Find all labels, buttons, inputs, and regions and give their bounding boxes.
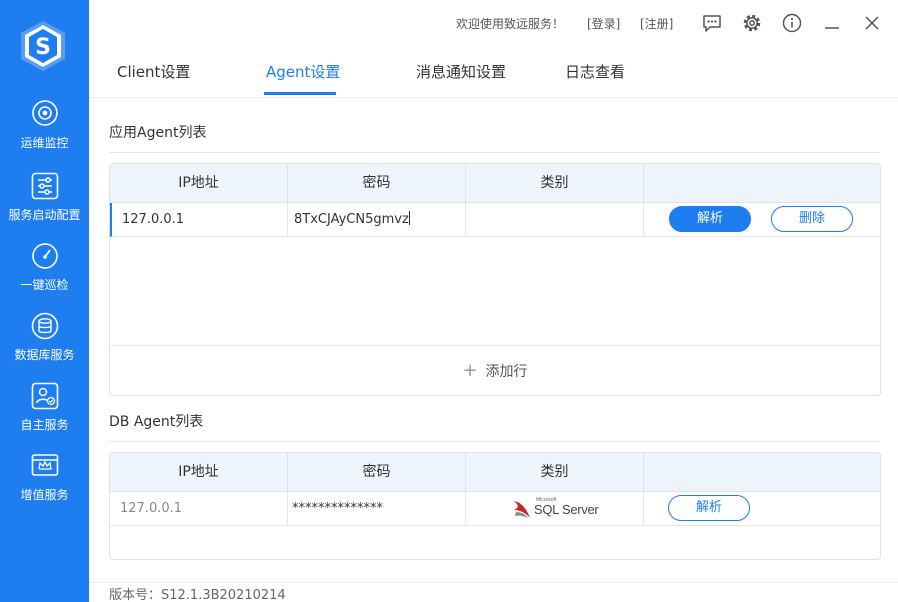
sidebar-item-database[interactable]: 数据库服务 <box>0 312 89 374</box>
sidebar-item-service-config[interactable]: 服务启动配置 <box>0 172 89 234</box>
type-cell: Microsoft SQL Server <box>466 492 644 526</box>
gauge-icon <box>31 243 58 269</box>
close-icon[interactable] <box>861 12 883 34</box>
divider <box>109 152 880 153</box>
ip-cell: 127.0.0.1 <box>110 492 288 526</box>
table-row: 127.0.0.1 ************** Microsoft SQL S… <box>110 492 880 526</box>
type-cell[interactable] <box>466 203 644 237</box>
db-agent-section-title: DB Agent列表 <box>109 414 204 430</box>
settings-tabs: Client设置 Agent设置 消息通知设置 日志查看 <box>89 46 898 98</box>
table-header: IP地址 密码 类别 <box>110 164 880 203</box>
password-cell: ************** <box>288 492 466 526</box>
login-link[interactable]: [登录] <box>587 15 620 32</box>
column-header-password: 密码 <box>288 453 466 492</box>
sidebar-item-value-added[interactable]: 增值服务 <box>0 452 89 514</box>
sidebar-item-label: 增值服务 <box>20 488 69 502</box>
password-value: 8TxCJAyCN5gmvz <box>294 212 409 227</box>
parse-button[interactable]: 解析 <box>668 495 750 521</box>
title-bar: 欢迎使用致远服务！ [登录] [注册] <box>89 0 898 46</box>
tab-notification-settings[interactable]: 消息通知设置 <box>416 61 506 82</box>
sidebar-item-self-service[interactable]: 自主服务 <box>0 382 89 444</box>
tab-client-settings[interactable]: Client设置 <box>117 61 190 82</box>
sidebar: S 运维监控 服务启动配置 一键巡检 数据库服务 自主服务 增值服务 <box>0 0 89 602</box>
sidebar-item-monitor[interactable]: 运维监控 <box>0 100 89 162</box>
sql-server-logo-text: SQL Server <box>534 502 599 517</box>
welcome-text: 欢迎使用致远服务！ <box>456 17 565 31</box>
footer-divider <box>89 582 898 583</box>
app-agent-table: IP地址 密码 类别 127.0.0.1 8TxCJAyCN5gmvz 解析 删… <box>109 163 881 396</box>
text-cursor <box>408 211 410 225</box>
database-icon <box>31 312 58 340</box>
column-header-password: 密码 <box>288 164 466 203</box>
add-row-label: 添加行 <box>485 364 528 380</box>
plus-icon: + <box>462 360 478 381</box>
column-header-type: 类别 <box>466 453 644 492</box>
svg-text:S: S <box>35 35 51 60</box>
sql-server-logo-icon <box>514 501 530 518</box>
monitor-eye-icon <box>31 100 58 126</box>
sql-server-logo: Microsoft SQL Server <box>512 497 602 520</box>
divider <box>109 441 880 442</box>
column-header-ip: IP地址 <box>110 164 288 203</box>
column-header-actions <box>644 453 880 492</box>
sidebar-item-label: 运维监控 <box>20 136 69 150</box>
db-agent-table: IP地址 密码 类别 127.0.0.1 ************** Micr… <box>109 452 881 560</box>
sidebar-item-inspection[interactable]: 一键巡检 <box>0 242 89 304</box>
column-header-ip: IP地址 <box>110 453 288 492</box>
delete-button[interactable]: 删除 <box>771 206 853 232</box>
ip-cell[interactable]: 127.0.0.1 <box>112 203 288 237</box>
column-header-type: 类别 <box>466 164 644 203</box>
register-link[interactable]: [注册] <box>640 15 673 32</box>
sidebar-item-label: 一键巡检 <box>20 278 69 292</box>
info-icon[interactable] <box>781 12 803 34</box>
sidebar-item-label: 数据库服务 <box>14 348 75 362</box>
table-row: 127.0.0.1 8TxCJAyCN5gmvz 解析 删除 <box>110 203 880 237</box>
password-cell[interactable]: 8TxCJAyCN5gmvz <box>288 203 466 237</box>
user-check-icon <box>31 382 58 410</box>
minimize-icon[interactable] <box>821 12 843 34</box>
parse-button[interactable]: 解析 <box>669 206 751 232</box>
gear-icon[interactable] <box>741 12 763 34</box>
version-text: 版本号：S12.1.3B20210214 <box>109 588 286 602</box>
sidebar-item-label: 自主服务 <box>20 418 69 432</box>
tab-agent-settings[interactable]: Agent设置 <box>266 61 340 82</box>
column-header-actions <box>644 164 880 203</box>
active-tab-indicator <box>264 92 336 95</box>
table-header: IP地址 密码 类别 <box>110 453 880 492</box>
chat-icon[interactable] <box>701 12 723 34</box>
crown-screen-icon <box>31 454 58 476</box>
sidebar-item-label: 服务启动配置 <box>8 208 81 222</box>
sliders-icon <box>31 172 58 200</box>
app-agent-section-title: 应用Agent列表 <box>109 125 207 141</box>
add-row-button[interactable]: + 添加行 <box>110 345 880 395</box>
tab-log-view[interactable]: 日志查看 <box>565 61 625 82</box>
app-logo-icon: S <box>21 21 65 71</box>
